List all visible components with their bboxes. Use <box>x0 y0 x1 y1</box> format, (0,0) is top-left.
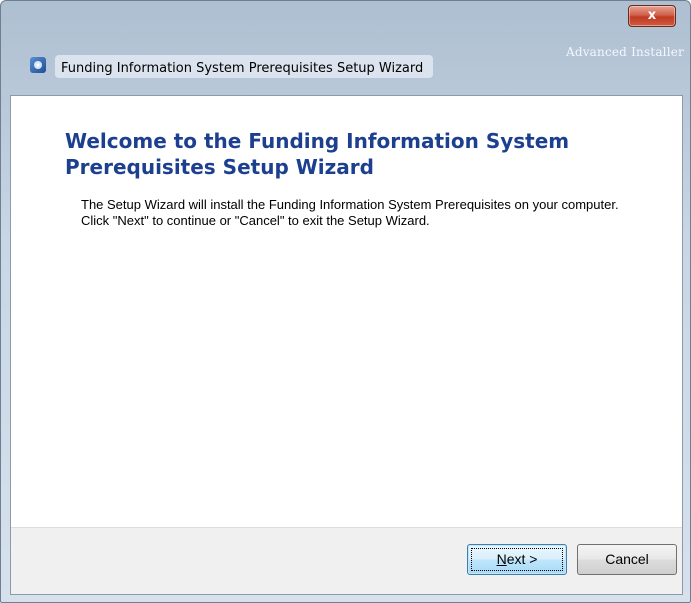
title-bar[interactable]: Funding Information System Prerequisites… <box>1 1 690 95</box>
installer-app-icon[interactable] <box>30 57 46 73</box>
focus-rectangle <box>471 548 563 571</box>
disc-icon <box>34 61 42 69</box>
cancel-button[interactable]: Cancel <box>577 544 677 575</box>
welcome-heading: Welcome to the Funding Information Syste… <box>65 129 570 179</box>
advanced-installer-brand: Advanced Installer <box>565 45 684 59</box>
welcome-description: The Setup Wizard will install the Fundin… <box>81 197 619 228</box>
next-button[interactable]: Next > <box>467 544 567 575</box>
wizard-content-panel: Welcome to the Funding Information Syste… <box>10 95 683 595</box>
window-title-area: Funding Information System Prerequisites… <box>55 55 434 78</box>
setup-wizard-window: Funding Information System Prerequisites… <box>0 0 691 603</box>
window-title: Funding Information System Prerequisites… <box>61 61 424 76</box>
close-button[interactable]: x <box>628 5 676 27</box>
wizard-button-bar: Next > Cancel <box>11 527 682 594</box>
